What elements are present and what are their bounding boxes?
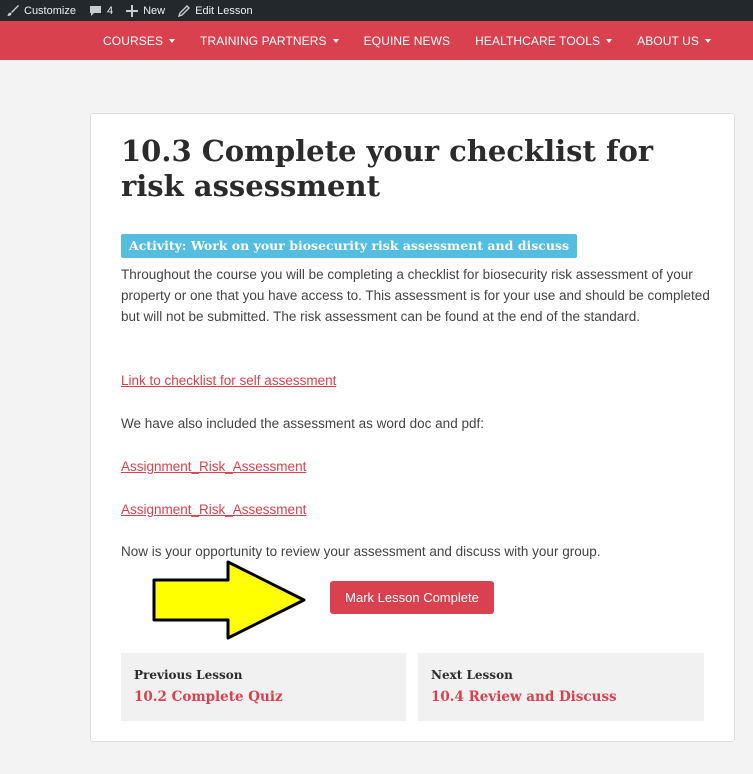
previous-lesson-label: Previous Lesson xyxy=(134,668,243,682)
admin-customize-label: Customize xyxy=(24,4,76,17)
nav-about-us[interactable]: ABOUT US xyxy=(637,33,712,48)
lesson-card: 10.3 Complete your checklist for risk as… xyxy=(90,113,735,742)
main-nav: COURSES TRAINING PARTNERS EQUINE NEWS HE… xyxy=(0,21,753,60)
nav-healthcare-tools[interactable]: HEALTHCARE TOOLS xyxy=(475,33,613,48)
plus-icon xyxy=(126,4,139,17)
admin-new[interactable]: New xyxy=(126,4,166,17)
pencil-icon xyxy=(178,4,191,17)
nav-courses[interactable]: COURSES xyxy=(103,33,176,48)
admin-comments[interactable]: 4 xyxy=(89,5,113,17)
previous-lesson-box[interactable]: Previous Lesson 10.2 Complete Quiz xyxy=(121,653,406,721)
pdf-link[interactable]: Assignment_Risk_Assessment xyxy=(121,502,306,517)
word-link-paragraph: Assignment_Risk_Assessment xyxy=(121,456,711,477)
included-paragraph: We have also included the assessment as … xyxy=(121,416,484,431)
next-lesson-box[interactable]: Next Lesson 10.4 Review and Discuss xyxy=(418,653,704,721)
discussion-paragraph: Now is your opportunity to review your a… xyxy=(121,544,601,559)
nav-equine-news[interactable]: EQUINE NEWS xyxy=(364,34,450,48)
nav-training-partners[interactable]: TRAINING PARTNERS xyxy=(200,34,339,48)
caret-down-icon xyxy=(332,38,339,43)
admin-edit-lesson[interactable]: Edit Lesson xyxy=(178,4,253,17)
pdf-link-paragraph: Assignment_Risk_Assessment xyxy=(121,499,711,520)
nav-about-us-label: ABOUT US xyxy=(637,33,700,48)
admin-comments-count: 4 xyxy=(106,4,114,17)
checklist-link[interactable]: Link to checklist for self assessment xyxy=(121,373,336,388)
admin-new-label: New xyxy=(143,4,166,17)
nav-healthcare-tools-label: HEALTHCARE TOOLS xyxy=(475,33,601,48)
word-doc-link[interactable]: Assignment_Risk_Assessment xyxy=(121,459,306,474)
admin-edit-lesson-label: Edit Lesson xyxy=(195,4,253,17)
nav-courses-label: COURSES xyxy=(103,33,164,48)
admin-bar: Customize 4 New Edit Lesson xyxy=(0,0,753,21)
yellow-arrow-icon xyxy=(152,560,306,640)
nav-equine-news-label: EQUINE NEWS xyxy=(363,33,451,48)
nav-training-partners-label: TRAINING PARTNERS xyxy=(200,33,327,48)
paintbrush-icon xyxy=(7,5,19,16)
caret-down-icon xyxy=(606,38,613,43)
caret-down-icon xyxy=(705,38,712,43)
previous-lesson-link[interactable]: 10.2 Complete Quiz xyxy=(134,687,393,707)
lesson-title: 10.3 Complete your checklist for risk as… xyxy=(121,134,654,203)
mark-complete-button[interactable]: Mark Lesson Complete xyxy=(330,581,494,614)
next-lesson-link[interactable]: 10.4 Review and Discuss xyxy=(431,687,691,707)
checklist-link-paragraph: Link to checklist for self assessment xyxy=(121,370,711,391)
admin-customize[interactable]: Customize xyxy=(6,4,76,17)
comment-icon xyxy=(89,5,101,16)
intro-paragraph: Throughout the course you will be comple… xyxy=(121,267,710,324)
next-lesson-label: Next Lesson xyxy=(431,668,513,682)
caret-down-icon xyxy=(169,38,176,43)
activity-badge: Activity: Work on your biosecurity risk … xyxy=(121,234,578,258)
